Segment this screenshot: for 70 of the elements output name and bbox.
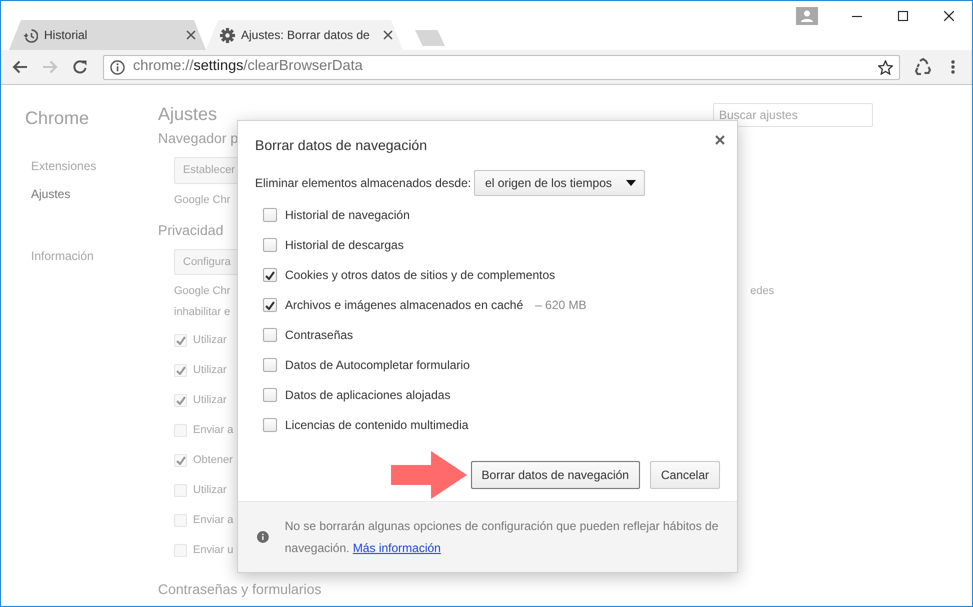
history-icon: [23, 28, 38, 42]
url-text: chrome://settings/clearBrowserData: [133, 57, 363, 76]
browser-tab[interactable]: Ajustes: Borrar datos de: [206, 20, 403, 50]
checkbox-label: Datos de Autocompletar formulario: [285, 357, 470, 374]
check-icon: [265, 300, 275, 310]
checkbox-label: Utilizar: [193, 362, 227, 378]
checkbox-label: Cookies y otros datos de sitios y de complementos: [285, 267, 556, 284]
check-icon: [265, 270, 275, 280]
checkbox-label: Datos de aplicaciones alojadas: [285, 387, 450, 404]
back-arrow-icon: [12, 59, 28, 75]
check-icon: [176, 456, 186, 464]
checkbox-label: Utilizar: [193, 482, 227, 498]
close-icon: [944, 11, 954, 21]
forward-arrow-icon: [42, 59, 58, 75]
maximize-icon: [898, 11, 908, 21]
info-text: No se borrarán algunas opciones de configuración que pueden reflejar hábitos de navegación. Más información: [284, 518, 720, 557]
close-button[interactable]: [715, 135, 727, 147]
page-title: Ajustes: [158, 103, 218, 126]
browser-tab[interactable]: Historial: [9, 20, 206, 50]
time-range-dropdown[interactable]: el origen de los tiempos: [474, 170, 645, 196]
checkbox[interactable]: [263, 418, 277, 432]
field-label: Eliminar elementos almacenados desde:: [255, 175, 472, 192]
person-icon: [796, 7, 818, 25]
dialog-title: Borrar datos de navegación: [255, 136, 427, 155]
menu-icon: [951, 59, 955, 75]
address-bar[interactable]: chrome://settings/clearBrowserData: [103, 54, 900, 80]
checkbox-label: Enviar u: [193, 542, 234, 558]
sidebar-title: Chrome: [24, 107, 90, 130]
checkbox[interactable]: [263, 268, 277, 282]
check-icon: [176, 396, 186, 404]
checkbox-label: Archivos e imágenes almacenados en caché: [285, 297, 524, 314]
description-text: Google Chr: [174, 192, 230, 206]
checkbox-label: Licencias de contenido multimedia: [285, 417, 468, 434]
checkbox-label: Enviar a: [193, 512, 234, 528]
checkbox-label: Historial de descargas: [285, 237, 404, 254]
description-text: Google Chr: [174, 284, 230, 297]
size-text: – 620 MB: [535, 297, 587, 314]
info-icon: [110, 60, 125, 74]
reload-icon: [72, 59, 88, 75]
description-text: inhabilitar e: [174, 305, 230, 318]
close-icon[interactable]: [186, 30, 196, 40]
section-heading: Contraseñas y formularios: [158, 580, 322, 599]
info-icon: [257, 529, 269, 545]
checkbox[interactable]: [263, 328, 277, 342]
check-icon: [176, 336, 186, 344]
checkbox-label: Utilizar: [193, 392, 227, 408]
checkbox[interactable]: [263, 238, 277, 252]
checkbox[interactable]: [263, 388, 277, 402]
checkbox[interactable]: [263, 208, 277, 222]
checkbox-label: Historial de navegación: [285, 207, 410, 224]
close-icon[interactable]: [383, 30, 393, 40]
checkbox[interactable]: [263, 298, 277, 312]
description-text: edes: [750, 284, 774, 297]
checkbox-label: Contraseñas: [285, 327, 354, 344]
cancel-button[interactable]: Cancelar: [650, 461, 720, 489]
close-icon: [715, 135, 725, 145]
check-icon: [176, 366, 186, 374]
sidebar-item[interactable]: Ajustes: [1, 180, 152, 208]
clear-data-button[interactable]: Borrar datos de navegación: [470, 461, 640, 489]
checkbox-label: Obtener: [193, 452, 233, 468]
checkbox-label: Utilizar: [193, 332, 227, 348]
section-heading: Privacidad: [158, 220, 224, 240]
search-field[interactable]: Buscar ajustes: [713, 102, 873, 126]
recycle-icon: [914, 58, 932, 76]
gear-icon: [220, 28, 235, 42]
star-icon[interactable]: [878, 60, 893, 74]
checkbox-label: Enviar a: [193, 422, 234, 438]
more-info-link[interactable]: Más información: [352, 541, 441, 555]
caret-icon: [626, 180, 636, 186]
checkbox[interactable]: [263, 358, 277, 372]
